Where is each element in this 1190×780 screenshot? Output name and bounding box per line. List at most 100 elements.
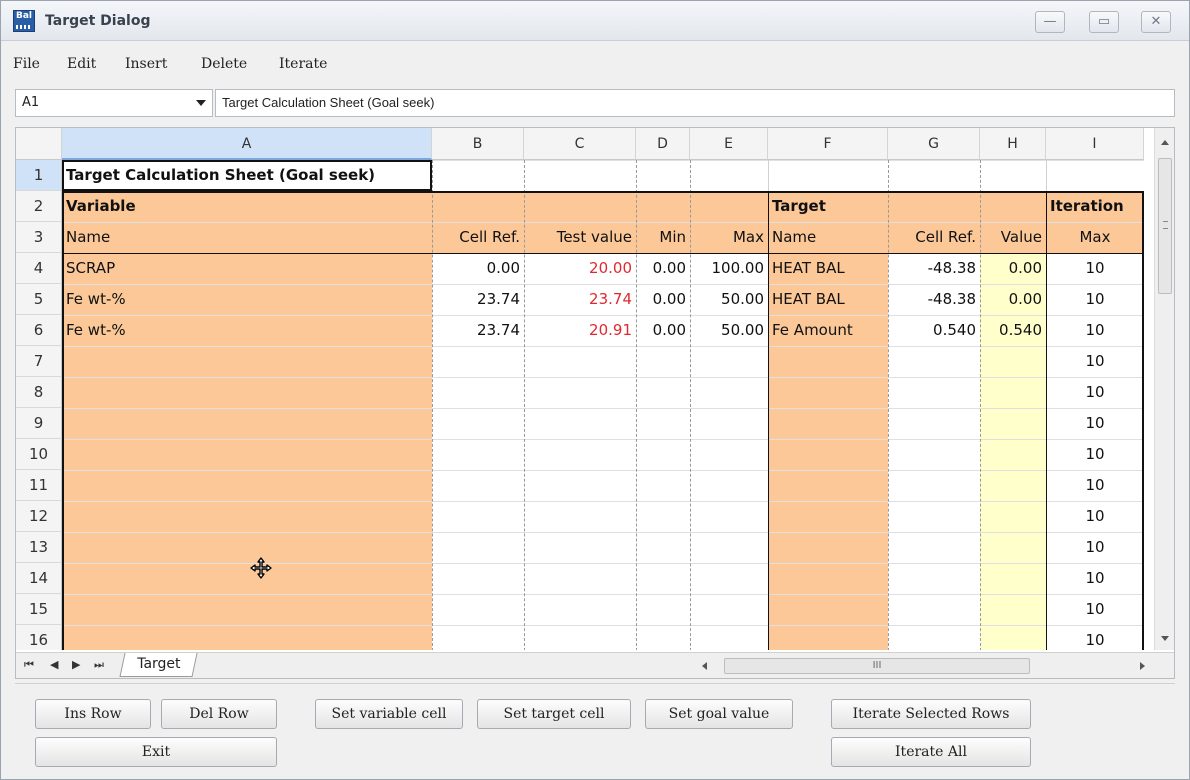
row-header-2[interactable]: 2 — [16, 191, 62, 222]
iteration-max-cell[interactable]: 10 — [1046, 594, 1144, 625]
scroll-down-icon[interactable] — [1161, 636, 1169, 641]
column-header-i[interactable]: I — [1046, 128, 1144, 160]
menu-insert[interactable]: Insert — [125, 56, 167, 72]
iteration-max-cell[interactable]: 10 — [1046, 532, 1144, 563]
iteration-max-cell[interactable]: 10 — [1046, 377, 1144, 408]
menu-file[interactable]: File — [13, 56, 40, 72]
row-header-15[interactable]: 15 — [16, 594, 62, 625]
data-cell-b[interactable]: 23.74 — [432, 315, 524, 346]
data-cell-e[interactable]: 50.00 — [690, 315, 768, 346]
sheet-grid[interactable]: A B C D E F G H I 1 2 3 4 5 6 7 8 9 10 11 12 13 14 15 16 Target C… — [16, 128, 1154, 650]
iteration-max-cell[interactable]: 10 — [1046, 470, 1144, 501]
next-sheet-icon[interactable]: ▶ — [72, 658, 80, 671]
header-cell-i[interactable]: Max — [1046, 222, 1144, 253]
close-button[interactable]: ✕ — [1141, 11, 1171, 33]
ins-row-button[interactable]: Ins Row — [35, 699, 151, 729]
column-header-e[interactable]: E — [690, 128, 768, 160]
data-cell-a[interactable]: SCRAP — [62, 253, 432, 284]
column-header-a[interactable]: A — [62, 128, 432, 160]
row-header-13[interactable]: 13 — [16, 532, 62, 563]
minimize-button[interactable]: — — [1035, 11, 1065, 33]
set-goal-value-button[interactable]: Set goal value — [645, 699, 793, 729]
column-header-g[interactable]: G — [888, 128, 980, 160]
data-cell-h[interactable]: 0.540 — [980, 315, 1046, 346]
data-cell-e[interactable]: 100.00 — [690, 253, 768, 284]
data-cell-d[interactable]: 0.00 — [636, 253, 690, 284]
iteration-max-cell[interactable]: 10 — [1046, 625, 1144, 650]
data-cell-d[interactable]: 0.00 — [636, 315, 690, 346]
column-header-c[interactable]: C — [524, 128, 636, 160]
column-header-h[interactable]: H — [980, 128, 1046, 160]
iteration-max-cell[interactable]: 10 — [1046, 439, 1144, 470]
header-cell-b[interactable]: Cell Ref. — [432, 222, 524, 253]
header-cell-e[interactable]: Max — [690, 222, 768, 253]
set-variable-cell-button[interactable]: Set variable cell — [315, 699, 463, 729]
select-all-corner[interactable] — [16, 128, 62, 160]
data-cell-h[interactable]: 0.00 — [980, 253, 1046, 284]
data-cell-g[interactable]: 0.540 — [888, 315, 980, 346]
row-header-8[interactable]: 8 — [16, 377, 62, 408]
scroll-left-icon[interactable] — [702, 662, 707, 670]
row-header-3[interactable]: 3 — [16, 222, 62, 253]
iterate-selected-rows-button[interactable]: Iterate Selected Rows — [831, 699, 1031, 729]
row-header-16[interactable]: 16 — [16, 625, 62, 650]
header-cell-c[interactable]: Test value — [524, 222, 636, 253]
last-sheet-icon[interactable]: ⏭ — [94, 658, 104, 672]
maximize-button[interactable]: ▭ — [1089, 11, 1119, 33]
row-header-14[interactable]: 14 — [16, 563, 62, 594]
header-cell-d[interactable]: Min — [636, 222, 690, 253]
sheet-title-cell[interactable]: Target Calculation Sheet (Goal seek) — [62, 160, 524, 191]
del-row-button[interactable]: Del Row — [161, 699, 277, 729]
row-header-7[interactable]: 7 — [16, 346, 62, 377]
data-cell-g[interactable]: -48.38 — [888, 284, 980, 315]
header-cell-f[interactable]: Name — [768, 222, 888, 253]
sheet-tab-target[interactable]: Target — [119, 653, 198, 677]
data-cell-c[interactable]: 20.00 — [524, 253, 636, 284]
data-cell-g[interactable]: -48.38 — [888, 253, 980, 284]
data-cell-d[interactable]: 0.00 — [636, 284, 690, 315]
row-header-6[interactable]: 6 — [16, 315, 62, 346]
horizontal-scroll-thumb[interactable]: III — [724, 658, 1030, 674]
section-label-target[interactable]: Target — [768, 191, 888, 222]
menu-edit[interactable]: Edit — [67, 56, 96, 72]
data-cell-i[interactable]: 10 — [1046, 315, 1144, 346]
data-cell-f[interactable]: HEAT BAL — [768, 253, 888, 284]
iterate-all-button[interactable]: Iterate All — [831, 737, 1031, 767]
data-cell-b[interactable]: 0.00 — [432, 253, 524, 284]
data-cell-b[interactable]: 23.74 — [432, 284, 524, 315]
iteration-max-cell[interactable]: 10 — [1046, 408, 1144, 439]
iteration-max-cell[interactable]: 10 — [1046, 563, 1144, 594]
cell-reference-dropdown[interactable]: A1 — [15, 89, 213, 117]
section-label-iteration[interactable]: Iteration — [1046, 191, 1144, 222]
data-cell-f[interactable]: HEAT BAL — [768, 284, 888, 315]
data-cell-i[interactable]: 10 — [1046, 253, 1144, 284]
data-cell-h[interactable]: 0.00 — [980, 284, 1046, 315]
prev-sheet-icon[interactable]: ◀ — [50, 658, 58, 671]
column-header-f[interactable]: F — [768, 128, 888, 160]
data-cell-c[interactable]: 23.74 — [524, 284, 636, 315]
row-header-4[interactable]: 4 — [16, 253, 62, 284]
header-cell-h[interactable]: Value — [980, 222, 1046, 253]
vertical-scroll-thumb[interactable] — [1158, 158, 1172, 294]
data-cell-i[interactable]: 10 — [1046, 284, 1144, 315]
row-header-12[interactable]: 12 — [16, 501, 62, 532]
scroll-up-icon[interactable] — [1161, 140, 1169, 145]
row-header-11[interactable]: 11 — [16, 470, 62, 501]
header-cell-g[interactable]: Cell Ref. — [888, 222, 980, 253]
data-cell-a[interactable]: Fe wt-% — [62, 284, 432, 315]
horizontal-scrollbar[interactable]: III — [692, 657, 1162, 675]
menu-iterate[interactable]: Iterate — [279, 56, 327, 72]
menu-delete[interactable]: Delete — [201, 56, 247, 72]
row-header-10[interactable]: 10 — [16, 439, 62, 470]
exit-button[interactable]: Exit — [35, 737, 277, 767]
header-cell-a[interactable]: Name — [62, 222, 432, 253]
set-target-cell-button[interactable]: Set target cell — [477, 699, 631, 729]
row-header-5[interactable]: 5 — [16, 284, 62, 315]
row-header-1[interactable]: 1 — [16, 160, 62, 191]
vertical-scrollbar[interactable] — [1154, 128, 1174, 650]
column-header-b[interactable]: B — [432, 128, 524, 160]
data-cell-a[interactable]: Fe wt-% — [62, 315, 432, 346]
data-cell-e[interactable]: 50.00 — [690, 284, 768, 315]
iteration-max-cell[interactable]: 10 — [1046, 501, 1144, 532]
first-sheet-icon[interactable]: ⏮ — [24, 658, 34, 672]
